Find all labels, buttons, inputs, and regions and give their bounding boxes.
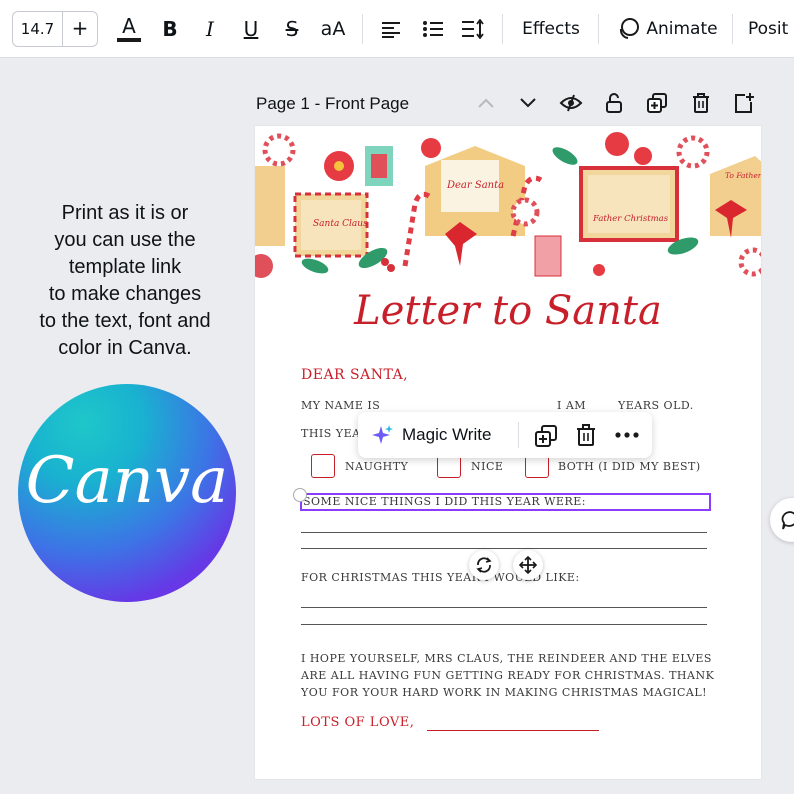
animate-button[interactable]: Animate <box>612 12 722 46</box>
closing-paragraph-line[interactable]: YOU FOR YOUR HARD WORK IN MAKING CHRISTM… <box>301 686 707 699</box>
move-icon <box>519 556 537 574</box>
align-left-icon[interactable] <box>376 12 406 46</box>
svg-text:Dear Santa: Dear Santa <box>446 180 504 191</box>
font-size-control[interactable]: 14.7 + <box>12 11 98 47</box>
page-title: Page 1 - Front Page <box>256 94 410 113</box>
add-page-icon[interactable] <box>731 90 757 116</box>
dear-santa-text[interactable]: DEAR SANTA, <box>301 367 408 383</box>
both-label: BOTH (I DID MY BEST) <box>558 460 701 473</box>
toolbar-divider <box>598 14 599 44</box>
nice-label: NICE <box>471 460 504 473</box>
line-spacing-icon[interactable] <box>458 12 488 46</box>
strikethrough-button[interactable]: S <box>278 12 306 46</box>
letter-title[interactable]: Letter to Santa <box>255 288 761 334</box>
rotate-button[interactable] <box>469 550 499 580</box>
hide-page-icon[interactable] <box>558 90 584 116</box>
bold-button[interactable]: B <box>156 12 184 46</box>
increase-font-button[interactable]: + <box>63 12 97 46</box>
position-button[interactable]: Posit <box>748 12 794 46</box>
toolbar-divider <box>502 14 503 44</box>
naughty-label: NAUGHTY <box>345 460 409 473</box>
signature-line <box>427 730 599 731</box>
rotate-icon <box>476 557 492 573</box>
naughty-checkbox[interactable] <box>311 454 335 478</box>
move-button[interactable] <box>513 550 543 580</box>
years-old-label[interactable]: YEARS OLD. <box>618 399 694 412</box>
lock-icon[interactable] <box>601 90 627 116</box>
this-year-label[interactable]: THIS YEA <box>301 427 361 440</box>
font-size-input[interactable]: 14.7 <box>13 12 63 46</box>
write-line <box>301 548 707 549</box>
nice-things-label[interactable]: SOME NICE THINGS I DID THIS YEAR WERE: <box>303 495 586 508</box>
bullet-list-icon[interactable] <box>418 12 448 46</box>
svg-text:To Father Christmas: To Father Christmas <box>725 171 761 180</box>
canva-logo: Canva <box>18 384 236 602</box>
lots-of-love-text[interactable]: LOTS OF LOVE, <box>301 715 414 730</box>
letter-case-button[interactable]: aA <box>316 12 350 46</box>
svg-text:Father Christmas: Father Christmas <box>592 214 669 224</box>
christmas-banner-illustration: Santa Claus Dear Santa Father Christmas … <box>255 132 761 278</box>
name-label[interactable]: MY NAME IS <box>301 399 380 412</box>
closing-paragraph-line[interactable]: I HOPE YOURSELF, MRS CLAUS, THE REINDEER… <box>301 652 712 665</box>
magic-write-button[interactable]: Magic Write <box>402 425 491 445</box>
write-line <box>301 624 707 625</box>
write-line <box>301 607 707 608</box>
chevron-up-icon[interactable] <box>473 90 499 116</box>
magic-sparkle-icon <box>372 425 393 444</box>
trash-icon[interactable] <box>575 423 597 447</box>
effects-button[interactable]: Effects <box>514 12 588 46</box>
write-line <box>301 532 707 533</box>
underline-button[interactable]: U <box>237 12 265 46</box>
comment-icon <box>781 511 794 530</box>
animate-icon <box>620 18 640 39</box>
text-color-button[interactable]: A <box>114 12 144 46</box>
delete-page-icon[interactable] <box>688 90 714 116</box>
italic-button[interactable]: I <box>196 12 224 46</box>
more-options-icon[interactable] <box>614 426 640 444</box>
menu-divider <box>518 422 519 448</box>
comment-bubble-button[interactable] <box>770 498 794 542</box>
duplicate-icon[interactable] <box>534 424 558 448</box>
promo-text: Print as it is or you can use the templa… <box>39 202 211 359</box>
color-underline-bar <box>117 38 141 42</box>
duplicate-page-icon[interactable] <box>644 90 670 116</box>
context-menu: Magic Write <box>358 412 652 458</box>
chevron-down-icon[interactable] <box>515 90 541 116</box>
rotate-handle[interactable] <box>293 488 307 502</box>
closing-paragraph-line[interactable]: ARE ALL HAVING FUN GETTING READY FOR CHR… <box>301 669 714 682</box>
i-am-label[interactable]: I AM <box>557 399 586 412</box>
toolbar-divider <box>362 14 363 44</box>
toolbar-divider <box>732 14 733 44</box>
editor-toolbar: 14.7 + A B I U S aA Effects Animate Posi… <box>0 0 794 58</box>
svg-text:Santa Claus: Santa Claus <box>313 219 368 229</box>
